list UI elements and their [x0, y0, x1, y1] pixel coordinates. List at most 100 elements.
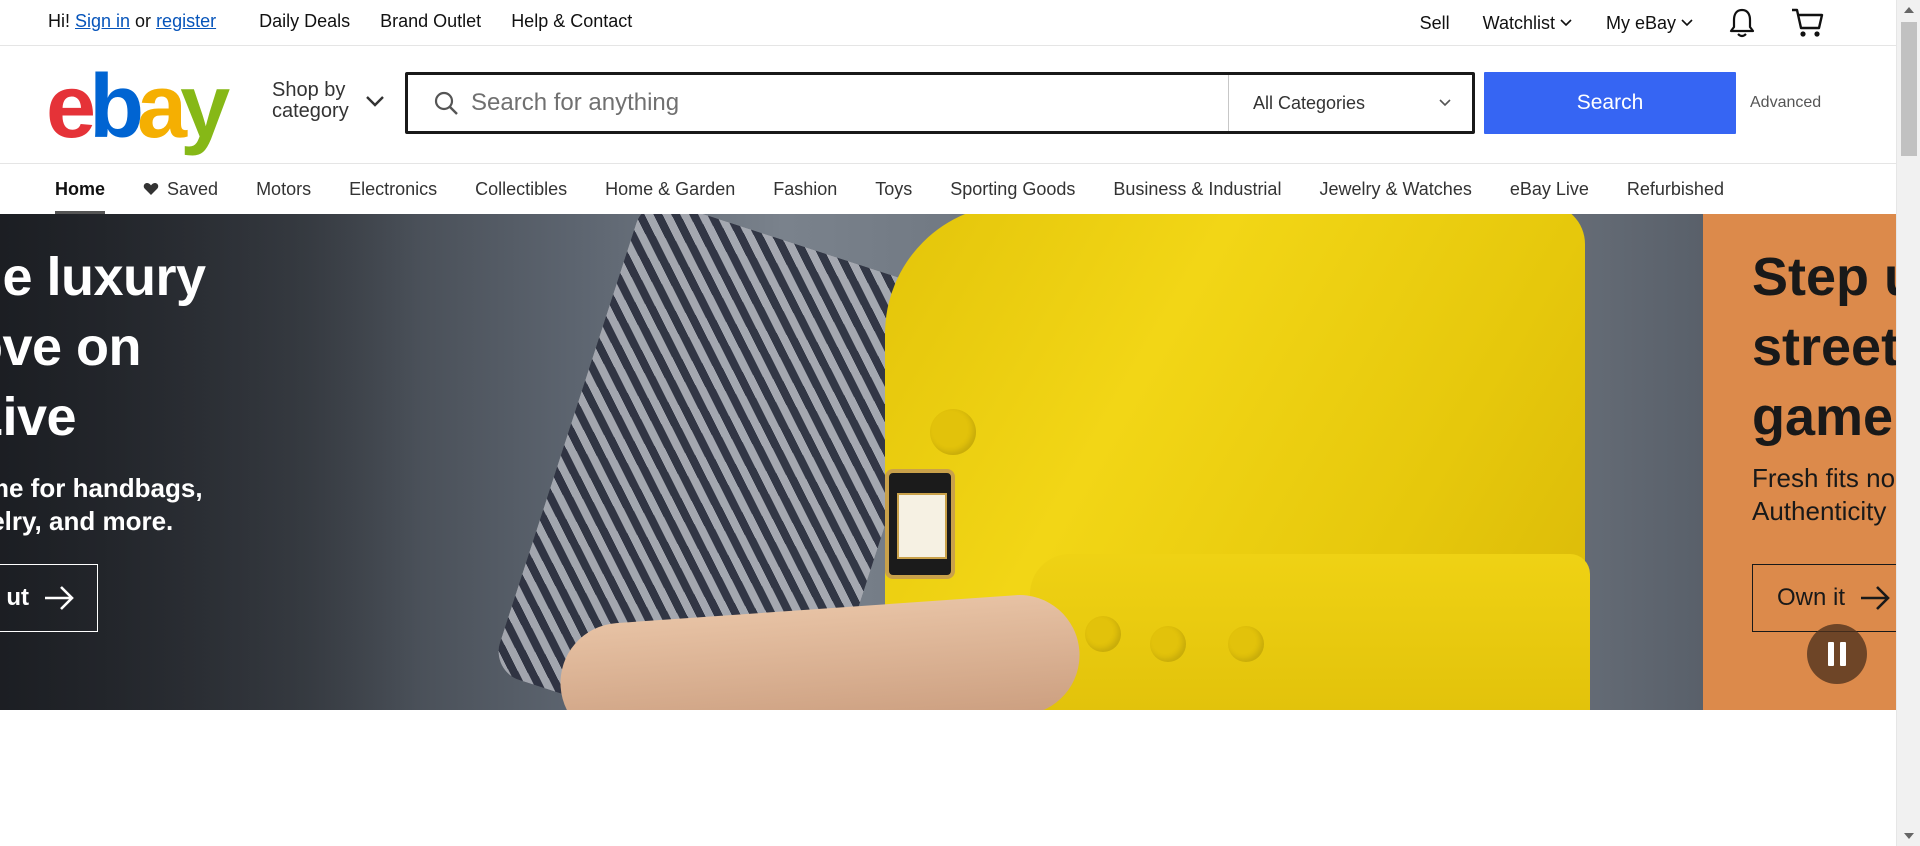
top-bar: Hi! Sign in or register Daily Deals Bran…: [0, 0, 1896, 46]
chevron-down-icon: [1439, 99, 1451, 107]
hero-subtext: time for handbags, welry, and more.: [0, 472, 206, 538]
top-bar-left: Hi! Sign in or register Daily Deals Bran…: [48, 11, 662, 32]
bell-icon: [1729, 8, 1755, 38]
hero-carousel: he luxury ove on Live time for handbags,…: [0, 214, 1896, 710]
hero-slide-luxury-text: he luxury ove on Live time for handbags,…: [0, 242, 206, 538]
search-icon: [433, 90, 459, 116]
nav-item-motors[interactable]: Motors: [256, 164, 311, 214]
nav-item-business-industrial[interactable]: Business & Industrial: [1113, 164, 1281, 214]
watchlist-label: Watchlist: [1482, 12, 1555, 33]
scrollbar-thumb[interactable]: [1901, 22, 1917, 156]
my-ebay-label: My eBay: [1605, 12, 1676, 33]
hero-slide-luxury[interactable]: he luxury ove on Live time for handbags,…: [0, 214, 1703, 710]
search-box: All Categories: [405, 72, 1475, 134]
category-select-value: All Categories: [1253, 92, 1366, 113]
nav-item-label: Home & Garden: [605, 178, 736, 199]
search-input[interactable]: [471, 78, 1011, 128]
hero-subtext-line: Authenticity: [1752, 496, 1887, 526]
shop-by-label: Shop by: [272, 79, 346, 101]
nav-item-home[interactable]: Home: [55, 164, 106, 214]
help-contact-link[interactable]: Help & Contact: [511, 11, 632, 32]
header: ebay Shop by category All Categories Sea…: [0, 46, 1896, 164]
nav-item-label: Jewelry & Watches: [1319, 178, 1472, 199]
my-ebay-dropdown[interactable]: My eBay: [1606, 13, 1694, 34]
category-nav: Home Saved Motors Electronics Collectibl…: [0, 164, 1896, 214]
hero-heading-line: Step u: [1752, 247, 1896, 307]
nav-item-fashion[interactable]: Fashion: [773, 164, 837, 214]
nav-item-label: Collectibles: [475, 178, 568, 199]
nav-item-label: Electronics: [349, 178, 438, 199]
scroll-down-arrow[interactable]: [1897, 826, 1920, 846]
carousel-pause-button[interactable]: [1807, 624, 1867, 684]
hero-cta-label: ut: [6, 584, 29, 611]
scroll-up-arrow[interactable]: [1897, 0, 1920, 20]
coat-button: [930, 409, 976, 455]
register-link[interactable]: register: [156, 11, 216, 32]
nav-item-home-garden[interactable]: Home & Garden: [605, 164, 735, 214]
logo-letter-b: b: [89, 57, 144, 157]
nav-item-ebay-live[interactable]: eBay Live: [1510, 164, 1589, 214]
nav-item-label: Sporting Goods: [950, 178, 1076, 199]
pause-icon: [1825, 642, 1849, 666]
daily-deals-link[interactable]: Daily Deals: [259, 11, 350, 32]
nav-item-toys[interactable]: Toys: [875, 164, 912, 214]
chevron-down-icon[interactable]: [364, 94, 386, 108]
cart-icon: [1792, 8, 1824, 37]
search-button[interactable]: Search: [1484, 72, 1736, 134]
logo-letter-y: y: [180, 57, 230, 157]
hero-subtext-line: time for handbags,: [0, 473, 203, 503]
nav-item-label: eBay Live: [1509, 178, 1589, 199]
arrow-right-icon: [1861, 586, 1890, 610]
logo-letter-a: a: [137, 57, 187, 157]
nav-item-label: Fashion: [773, 178, 838, 199]
nav-item-jewelry-watches[interactable]: Jewelry & Watches: [1319, 164, 1471, 214]
nav-item-label: Home: [55, 178, 106, 199]
arrow-right-icon: [45, 586, 74, 610]
cart-button[interactable]: [1790, 7, 1826, 39]
nav-item-label: Saved: [167, 178, 219, 199]
nav-item-collectibles[interactable]: Collectibles: [475, 164, 567, 214]
hero-heading-line: ove on: [0, 317, 142, 377]
wristwatch-image: [885, 469, 955, 579]
nav-item-refurbished[interactable]: Refurbished: [1627, 164, 1724, 214]
hero-heading: he luxury ove on Live: [0, 242, 206, 452]
greeting-text: Hi!: [48, 11, 70, 31]
watchlist-dropdown[interactable]: Watchlist: [1483, 13, 1573, 34]
advanced-search-link[interactable]: Advanced: [1750, 94, 1821, 112]
hero-heading-line: street: [1752, 317, 1896, 377]
coat-button: [1085, 616, 1121, 652]
hero-subtext: Fresh fits no Authenticity: [1752, 462, 1896, 528]
nav-item-label: Business & Industrial: [1113, 178, 1282, 199]
sign-in-link[interactable]: Sign in: [75, 11, 130, 32]
hero-subtext-line: Fresh fits no: [1752, 463, 1896, 493]
hero-cta-button[interactable]: ut: [0, 564, 98, 632]
nav-item-saved[interactable]: Saved: [143, 164, 218, 214]
category-select[interactable]: All Categories: [1228, 75, 1472, 131]
nav-item-label: Motors: [256, 178, 312, 199]
ebay-logo[interactable]: ebay: [46, 62, 230, 152]
nav-item-sporting-goods[interactable]: Sporting Goods: [950, 164, 1075, 214]
shop-by-category-button[interactable]: Shop by category: [272, 80, 349, 122]
nav-item-electronics[interactable]: Electronics: [349, 164, 437, 214]
category-label: category: [272, 100, 349, 122]
heart-icon: [143, 182, 159, 196]
hero-heading-line: game: [1752, 387, 1894, 447]
sell-label: Sell: [1419, 12, 1450, 33]
coat-button: [1150, 626, 1186, 662]
nav-item-label: Refurbished: [1626, 178, 1724, 199]
chevron-down-icon: [1560, 19, 1572, 27]
or-text: or: [135, 11, 152, 31]
hero-cta-button[interactable]: Own it: [1752, 564, 1896, 632]
top-links: Daily Deals Brand Outlet Help & Contact: [259, 11, 662, 32]
hero-heading-line: Live: [0, 387, 77, 447]
notifications-button[interactable]: [1727, 7, 1757, 39]
hero-heading-line: he luxury: [0, 247, 206, 307]
hero-subtext-line: welry, and more.: [0, 506, 174, 536]
hero-slide-streetwear[interactable]: Step u street game Fresh fits no Authent…: [1703, 214, 1896, 710]
page-scrollbar[interactable]: [1896, 0, 1920, 846]
chevron-down-icon: [1681, 19, 1693, 27]
brand-outlet-link[interactable]: Brand Outlet: [380, 11, 481, 32]
coat-button: [1228, 626, 1264, 662]
hero-heading: Step u street game: [1752, 242, 1896, 452]
sell-link[interactable]: Sell: [1420, 13, 1450, 34]
